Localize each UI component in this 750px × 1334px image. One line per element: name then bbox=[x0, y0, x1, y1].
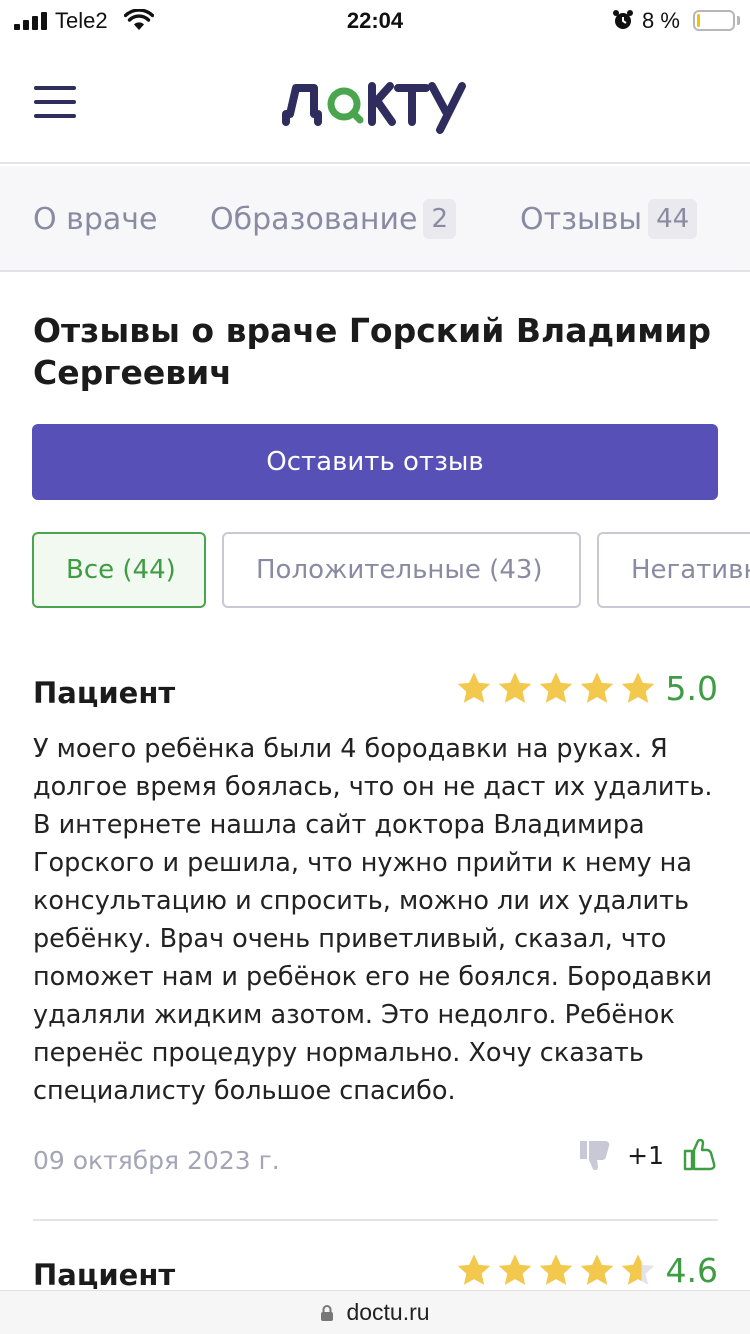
star-icon bbox=[457, 1254, 490, 1285]
menu-button[interactable] bbox=[34, 86, 76, 118]
review-rating: 5.0 bbox=[455, 668, 718, 708]
rating-stars bbox=[455, 1252, 660, 1288]
battery-cap bbox=[737, 16, 740, 25]
tab-about[interactable]: О враче bbox=[33, 196, 157, 242]
rating-stars bbox=[455, 670, 660, 706]
rating-value: 4.6 bbox=[665, 1250, 718, 1290]
tab-count-badge: 44 bbox=[648, 199, 698, 239]
star-icon bbox=[580, 672, 613, 703]
tab-education[interactable]: Образование 2 bbox=[210, 196, 457, 242]
vote-count: +1 bbox=[627, 1140, 664, 1170]
tab-reviews[interactable]: Отзывы 44 bbox=[520, 196, 698, 242]
review-text: У моего ребёнка были 4 бородавки на рука… bbox=[33, 734, 713, 1106]
filter-positive[interactable]: Положительные (43) bbox=[222, 532, 581, 608]
rating-value: 5.0 bbox=[665, 668, 718, 708]
doktu-logo[interactable] bbox=[280, 72, 470, 134]
doctor-tabs: О враче Образование 2 Отзывы 44 bbox=[0, 166, 750, 272]
hamburger-icon-line bbox=[34, 114, 76, 118]
leave-review-button[interactable]: Оставить отзыв bbox=[32, 424, 718, 500]
tab-label: Образование bbox=[210, 201, 418, 237]
review-divider bbox=[33, 1219, 718, 1221]
filter-negative[interactable]: Негативные bbox=[597, 532, 750, 608]
clock: 22:04 bbox=[346, 8, 404, 33]
review-votes: +1 bbox=[577, 1134, 718, 1176]
star-icon bbox=[539, 672, 572, 703]
star-icon bbox=[621, 1254, 654, 1285]
battery-percent: 8 % bbox=[642, 8, 680, 33]
star-icon bbox=[457, 672, 490, 703]
thumb-down-icon[interactable] bbox=[577, 1137, 613, 1173]
site-header bbox=[0, 42, 750, 164]
tab-count-badge: 2 bbox=[423, 199, 457, 239]
browser-url-bar[interactable]: doctu.ru bbox=[0, 1290, 750, 1334]
thumb-up-icon[interactable] bbox=[682, 1137, 718, 1173]
review-rating: 4.6 bbox=[455, 1250, 718, 1290]
tab-label: О враче bbox=[33, 201, 158, 237]
star-icon bbox=[539, 1254, 572, 1285]
hamburger-icon-line bbox=[34, 100, 76, 104]
review-author: Пациент bbox=[33, 1258, 176, 1292]
page-title: Отзывы о враче Горский Владимир Сергееви… bbox=[33, 311, 711, 392]
url-text: doctu.ru bbox=[346, 1299, 430, 1325]
lock-icon bbox=[321, 1304, 334, 1321]
battery-icon bbox=[693, 10, 735, 31]
star-icon bbox=[621, 672, 654, 703]
battery-level-fill bbox=[697, 14, 700, 27]
tab-label: Отзывы bbox=[520, 201, 643, 237]
status-bar: Tele2 22:04 8 % bbox=[0, 0, 750, 42]
alarm-icon bbox=[613, 10, 633, 29]
star-icon bbox=[498, 1254, 531, 1285]
star-icon bbox=[580, 1254, 613, 1285]
hamburger-icon-line bbox=[34, 86, 76, 90]
review-author: Пациент bbox=[33, 676, 176, 710]
star-icon bbox=[498, 672, 531, 703]
filter-all[interactable]: Все (44) bbox=[32, 532, 206, 608]
review-filters: Все (44) Положительные (43) Негативные bbox=[0, 532, 750, 608]
review-date: 09 октября 2023 г. bbox=[33, 1146, 280, 1175]
